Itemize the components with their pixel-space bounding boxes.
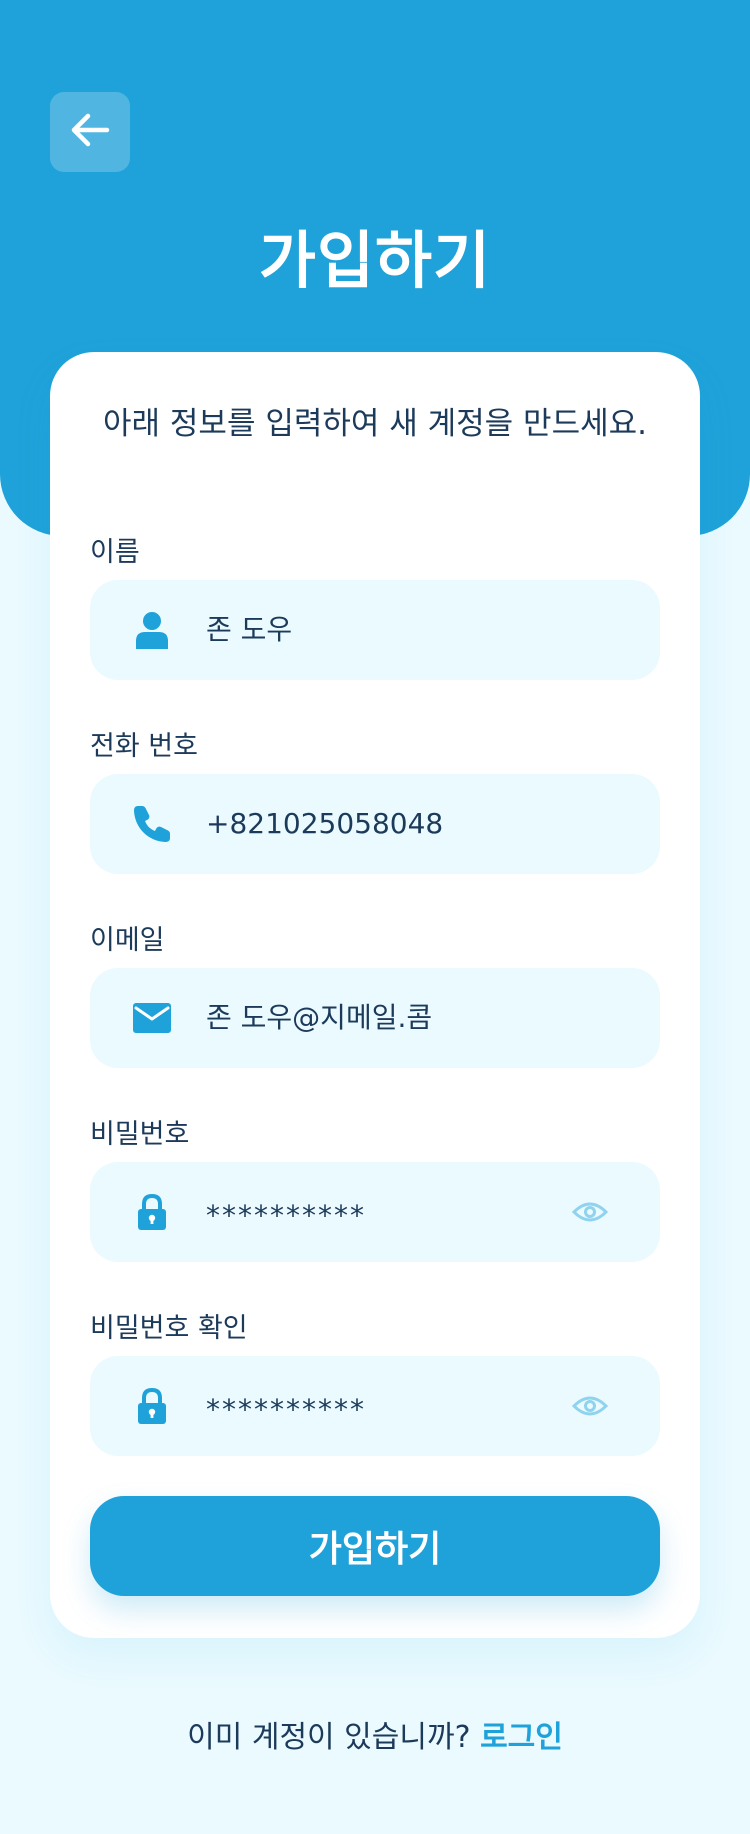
eye-icon[interactable] bbox=[572, 1388, 608, 1424]
login-link[interactable]: 로그인 bbox=[480, 1720, 563, 1755]
login-prompt: 이미 계정이 있습니까? 로그인 bbox=[0, 1712, 750, 1756]
email-label: 이메일 bbox=[90, 925, 165, 956]
confirm-password-field[interactable]: ********** bbox=[90, 1356, 660, 1456]
confirm-password-value: ********** bbox=[206, 1393, 366, 1426]
signup-button[interactable]: 가입하기 bbox=[90, 1496, 660, 1596]
password-label: 비밀번호 bbox=[90, 1119, 190, 1150]
back-button[interactable] bbox=[50, 92, 130, 172]
name-field[interactable]: 존 도우 bbox=[90, 580, 660, 680]
login-prompt-text: 이미 계정이 있습니까? bbox=[187, 1720, 471, 1755]
mail-icon bbox=[132, 998, 172, 1038]
lock-icon bbox=[132, 1192, 172, 1232]
arrow-left-icon bbox=[70, 113, 110, 151]
phone-icon bbox=[132, 804, 172, 844]
page-title: 가입하기 bbox=[258, 224, 492, 297]
phone-value: +821025058048 bbox=[206, 807, 444, 840]
password-field[interactable]: ********** bbox=[90, 1162, 660, 1262]
lock-icon bbox=[132, 1386, 172, 1426]
email-field[interactable]: 존 도우@지메일.콤 bbox=[90, 968, 660, 1068]
name-label: 이름 bbox=[90, 537, 140, 568]
card-subtitle: 아래 정보를 입력하여 새 계정을 만드세요. bbox=[103, 406, 647, 442]
name-value: 존 도우 bbox=[206, 613, 293, 646]
password-value: ********** bbox=[206, 1199, 366, 1232]
phone-label: 전화 번호 bbox=[90, 731, 198, 762]
email-value: 존 도우@지메일.콤 bbox=[206, 1001, 433, 1034]
signup-card: 아래 정보를 입력하여 새 계정을 만드세요. 이름 존 도우 전화 번호 +8… bbox=[50, 352, 700, 1638]
user-icon bbox=[132, 610, 172, 650]
eye-icon[interactable] bbox=[572, 1194, 608, 1230]
confirm-password-label: 비밀번호 확인 bbox=[90, 1313, 248, 1344]
phone-field[interactable]: +821025058048 bbox=[90, 774, 660, 874]
